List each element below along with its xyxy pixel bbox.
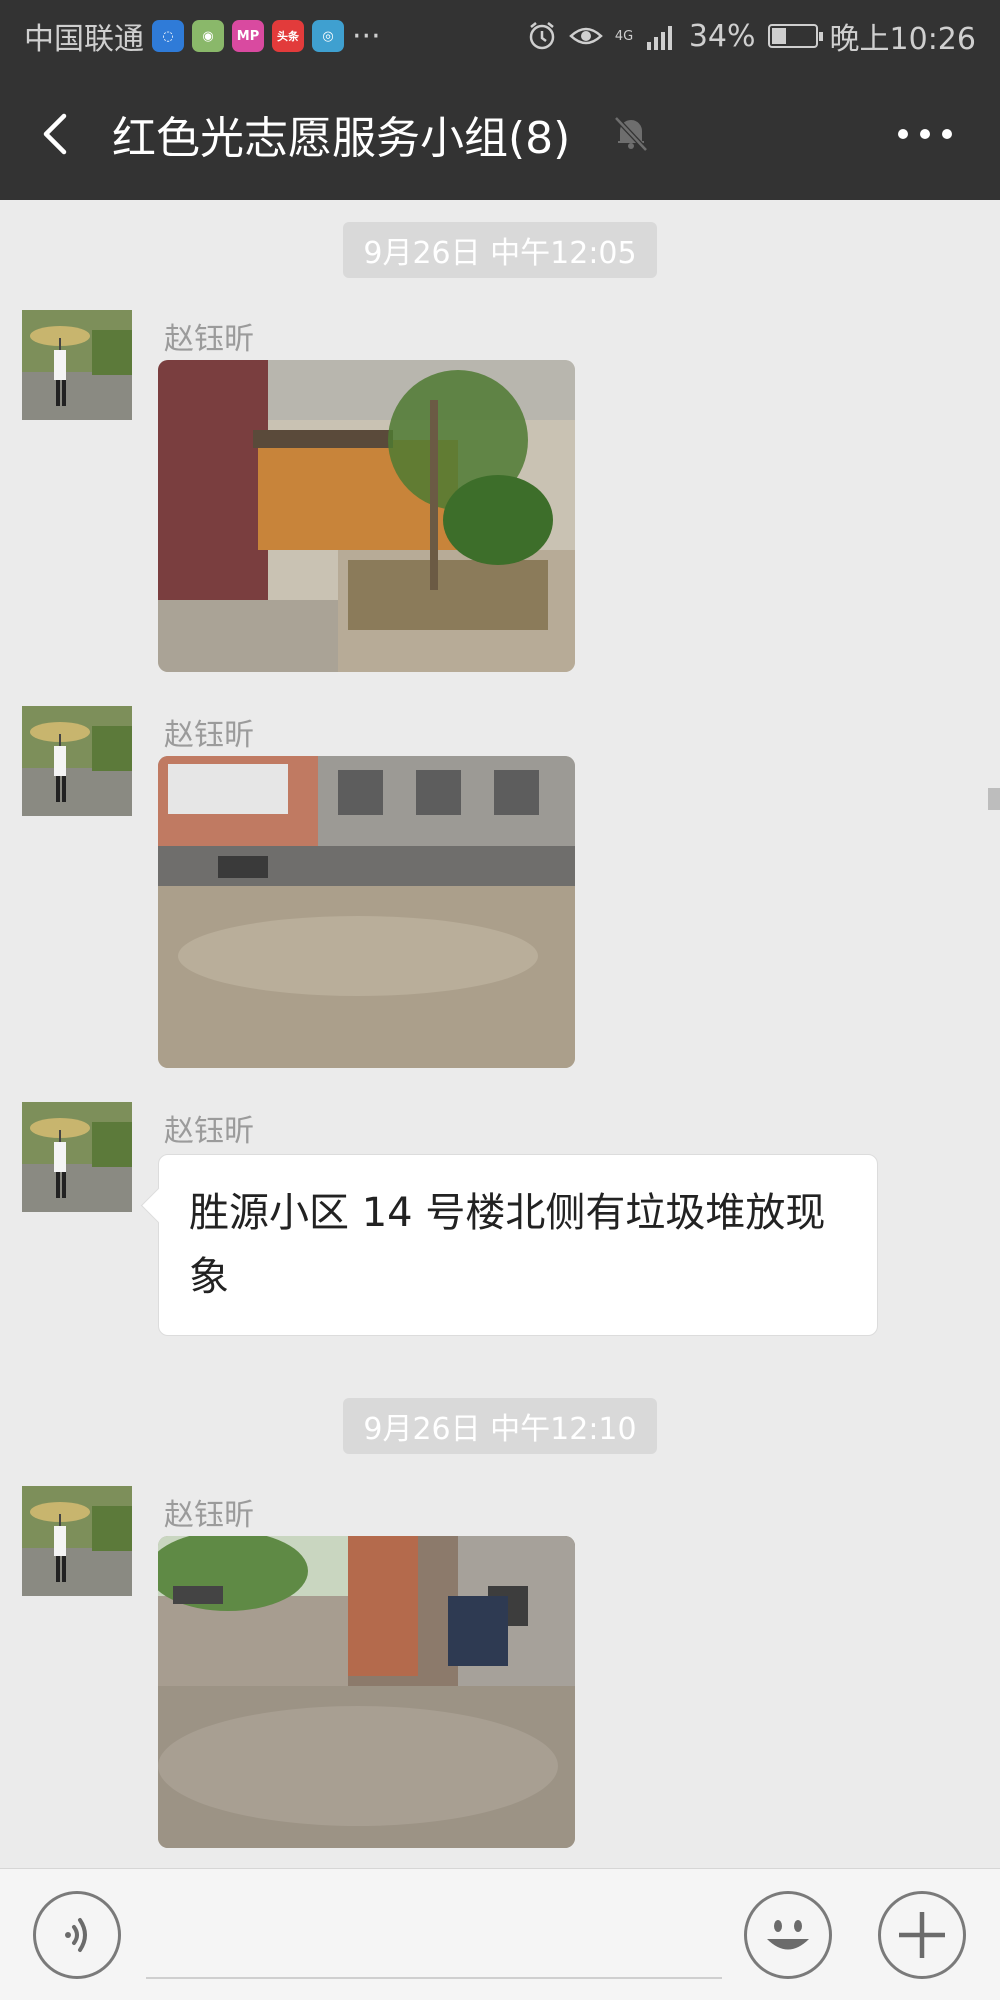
back-button[interactable]	[30, 106, 86, 162]
more-dot	[898, 129, 908, 139]
battery-percent: 34%	[688, 18, 756, 54]
sender-avatar[interactable]	[22, 1486, 132, 1596]
mute-bell-icon	[610, 112, 652, 154]
battery-level	[771, 28, 786, 44]
chat-info-button[interactable]	[898, 122, 956, 146]
emoji-button[interactable]	[744, 1891, 832, 1979]
status-right: 4G 34% 晚上10:26	[527, 14, 976, 58]
timestamp: 9月26日 中午12:05	[343, 222, 657, 278]
input-bar	[0, 1868, 1000, 2000]
status-bar: 中国联通 ◌ ◉ MP 头条 ◎ ··· 4G 34% 晚上10:26	[0, 0, 1000, 68]
sender-name: 赵钰昕	[164, 1114, 254, 1149]
mp-app-icon: MP	[232, 20, 264, 52]
message-item: 赵钰昕	[0, 1486, 1000, 1866]
photo-message[interactable]	[158, 756, 575, 1068]
browser-app-icon: ◎	[312, 20, 344, 52]
photo-message[interactable]	[158, 1536, 575, 1848]
carrier-name: 中国联通	[24, 22, 144, 57]
chat-title: 红色光志愿服务小组(8)	[112, 113, 571, 164]
emoji-icon	[767, 1920, 809, 1950]
chat-messages[interactable]: 9月26日 中午12:05 赵钰昕 赵钰昕 赵钰昕 胜源小区 14 号楼北侧有垃…	[0, 200, 1000, 1868]
sender-avatar[interactable]	[22, 1102, 132, 1212]
message-input[interactable]	[146, 1899, 722, 1979]
network-type: 4G	[614, 28, 634, 44]
voice-icon	[65, 1918, 87, 1952]
status-left: 中国联通 ◌ ◉ MP 头条 ◎ ···	[24, 14, 381, 58]
clock: 晚上10:26	[829, 22, 976, 57]
sender-avatar[interactable]	[22, 310, 132, 420]
app-green-icon: ◉	[192, 20, 224, 52]
scrollbar-handle[interactable]	[988, 788, 1000, 810]
message-item: 赵钰昕	[0, 310, 1000, 690]
sender-name: 赵钰昕	[164, 322, 254, 357]
more-dot	[942, 129, 952, 139]
alarm-icon	[529, 22, 555, 50]
toutiao-icon: 头条	[272, 20, 304, 52]
eye-comfort-icon	[569, 27, 603, 45]
voice-input-button[interactable]	[33, 1891, 121, 1979]
sender-name: 赵钰昕	[164, 1498, 254, 1533]
back-arrow-icon	[43, 113, 67, 155]
more-notifications-icon: ···	[352, 18, 381, 54]
sender-avatar[interactable]	[22, 706, 132, 816]
more-actions-button[interactable]	[878, 1891, 966, 1979]
text-bubble[interactable]: 胜源小区 14 号楼北侧有垃圾堆放现象	[158, 1154, 878, 1336]
more-dot	[920, 129, 930, 139]
plus-icon	[899, 1912, 945, 1958]
message-item: 赵钰昕	[0, 706, 1000, 1086]
battery-icon	[767, 24, 823, 48]
signal-icon	[646, 26, 672, 50]
timestamp: 9月26日 中午12:10	[343, 1398, 657, 1454]
chat-header: 红色光志愿服务小组(8)	[0, 68, 1000, 200]
message-item: 赵钰昕 胜源小区 14 号楼北侧有垃圾堆放现象	[0, 1102, 1000, 1342]
wechat-notify-icon: ◌	[152, 20, 184, 52]
sender-name: 赵钰昕	[164, 718, 254, 753]
photo-message[interactable]	[158, 360, 575, 672]
